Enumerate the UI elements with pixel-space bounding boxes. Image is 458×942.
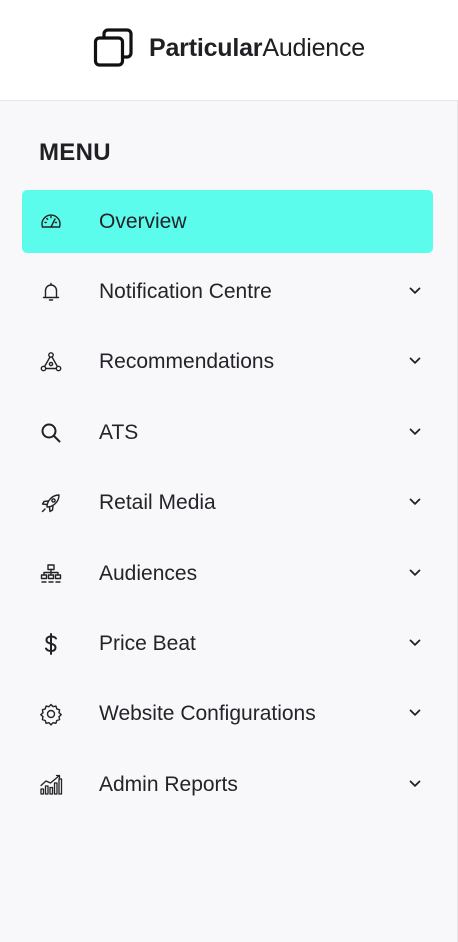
- nav-label-audiences: Audiences: [99, 561, 198, 585]
- nav-label-ats: ATS: [99, 420, 139, 444]
- nav-item-admin-reports[interactable]: Admin Reports: [22, 753, 433, 816]
- nav-item-overview[interactable]: Overview: [22, 190, 433, 253]
- chevron-down-icon[interactable]: [407, 634, 423, 650]
- nav-label-price-beat: Price Beat: [99, 631, 196, 655]
- nav-item-notification-centre[interactable]: Notification Centre: [22, 260, 433, 323]
- rocket-icon: [38, 490, 64, 516]
- brand-logo[interactable]: ParticularAudience: [93, 28, 365, 68]
- chevron-down-icon[interactable]: [407, 352, 423, 368]
- nav-label-recommendations: Recommendations: [99, 349, 275, 373]
- search-icon: [38, 420, 64, 446]
- chevron-down-icon[interactable]: [407, 704, 423, 720]
- chevron-down-icon[interactable]: [407, 282, 423, 298]
- brand-name-strong: Particular: [149, 33, 263, 62]
- nav-item-price-beat[interactable]: Price Beat: [22, 612, 433, 675]
- brand-name-light: Audience: [262, 33, 365, 62]
- nav-label-website-configurations: Website Configurations: [99, 701, 316, 725]
- nav-label-overview: Overview: [99, 209, 187, 233]
- nav-item-recommendations[interactable]: Recommendations: [22, 330, 433, 393]
- menu-heading: MENU: [39, 139, 111, 166]
- nav-item-audiences[interactable]: Audiences: [22, 542, 433, 605]
- gear-icon: [38, 701, 64, 727]
- nav-item-website-configurations[interactable]: Website Configurations: [22, 682, 433, 745]
- dollar-icon: [38, 631, 64, 657]
- bell-icon: [38, 279, 64, 305]
- chevron-down-icon[interactable]: [407, 423, 423, 439]
- chevron-down-icon[interactable]: [407, 493, 423, 509]
- logo-mark-icon: [93, 28, 133, 67]
- nodes-icon: [38, 349, 64, 375]
- nav-item-retail-media[interactable]: Retail Media: [22, 471, 433, 534]
- speedometer-icon: [38, 209, 64, 235]
- app-header: ParticularAudience: [0, 0, 458, 101]
- chevron-down-icon[interactable]: [407, 775, 423, 791]
- hierarchy-icon: [38, 561, 64, 587]
- nav-label-notification-centre: Notification Centre: [99, 279, 272, 303]
- bar-chart-icon: [38, 772, 64, 798]
- nav-label-admin-reports: Admin Reports: [99, 772, 238, 796]
- nav-label-retail-media: Retail Media: [99, 490, 216, 514]
- nav-item-ats[interactable]: ATS: [22, 401, 433, 464]
- chevron-down-icon[interactable]: [407, 564, 423, 580]
